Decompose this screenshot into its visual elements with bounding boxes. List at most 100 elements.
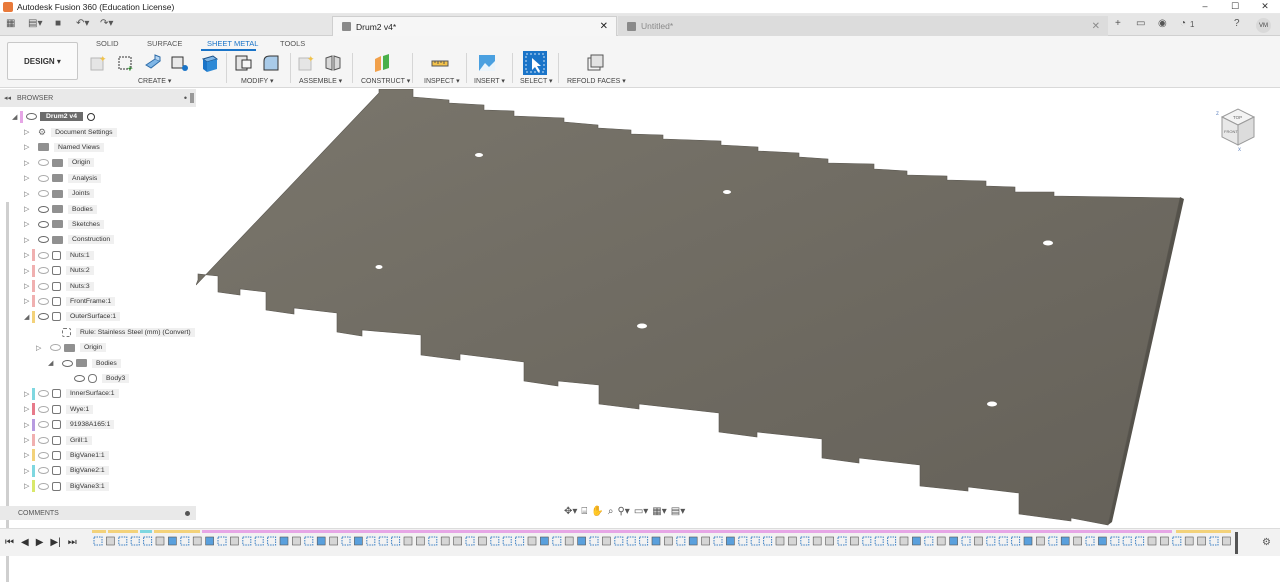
close-tab-icon[interactable]: ✕ (600, 21, 608, 32)
avatar[interactable]: VM (1256, 18, 1271, 33)
timeline-feature[interactable] (961, 536, 971, 546)
browser-options-icon[interactable]: • (184, 93, 187, 103)
browser-item-named-views[interactable]: ▷ Named Views (24, 141, 104, 154)
browser-item-nuts-2[interactable]: ▷ Nuts:2 (24, 264, 94, 277)
display-settings-icon[interactable]: ▭▾ (634, 506, 648, 517)
expand-icon[interactable]: ▷ (24, 282, 32, 290)
timeline-feature[interactable] (329, 536, 338, 546)
browser-item-wye-1[interactable]: ▷ Wye:1 (24, 403, 94, 416)
browser-item-construction[interactable]: ▷ Construction (24, 233, 115, 246)
expand-icon[interactable]: ▷ (24, 390, 32, 398)
expand-icon[interactable]: ▷ (24, 482, 32, 490)
timeline-feature[interactable] (267, 536, 277, 546)
go-to-start-icon[interactable]: ⏮ (5, 537, 14, 548)
sheet-metal-plate[interactable] (195, 88, 1181, 526)
timeline-feature[interactable] (416, 536, 425, 546)
timeline-features[interactable] (92, 534, 1242, 550)
timeline-feature[interactable] (106, 536, 115, 546)
comments-panel[interactable]: COMMENTS (0, 506, 196, 520)
timeline-feature[interactable] (378, 536, 388, 546)
visibility-eye-icon[interactable] (38, 421, 49, 429)
browser-item-rule-stainless-steel-mm-convert[interactable]: Rule: Stainless Steel (mm) (Convert) (48, 326, 195, 339)
timeline-feature[interactable] (490, 536, 500, 546)
expand-icon[interactable]: ▷ (24, 220, 32, 228)
expand-icon[interactable]: ▷ (24, 159, 32, 167)
step-back-icon[interactable]: ◀ (21, 537, 29, 548)
select-icon[interactable] (523, 51, 547, 75)
refold-faces-menu[interactable]: REFOLD FACES ▾ (567, 77, 626, 85)
timeline-feature[interactable] (118, 536, 128, 546)
timeline-feature[interactable] (1098, 536, 1107, 546)
timeline-feature[interactable] (1135, 536, 1145, 546)
browser-item-nuts-3[interactable]: ▷ Nuts:3 (24, 280, 94, 293)
visibility-eye-icon[interactable] (38, 159, 49, 167)
visibility-eye-icon[interactable] (38, 313, 49, 321)
timeline-feature[interactable] (1172, 536, 1182, 546)
visibility-eye-icon[interactable] (38, 236, 49, 244)
expand-icon[interactable]: ▷ (24, 421, 32, 429)
look-at-icon[interactable]: ⌸ (581, 506, 587, 517)
timeline-feature[interactable] (130, 536, 140, 546)
timeline-feature[interactable] (168, 536, 177, 546)
browser-item-analysis[interactable]: ▷ Analysis (24, 172, 102, 185)
activate-radio-icon[interactable] (86, 112, 95, 121)
timeline-feature[interactable] (614, 536, 624, 546)
maximize-button[interactable]: ☐ (1220, 1, 1250, 12)
timeline-feature[interactable] (465, 536, 475, 546)
timeline-feature[interactable] (292, 536, 301, 546)
canvas-viewport[interactable]: TOP FRONT z x (195, 88, 1280, 527)
browser-item-bodies[interactable]: ▷ Bodies (24, 203, 97, 216)
timeline-feature[interactable] (738, 536, 748, 546)
timeline-feature[interactable] (180, 536, 190, 546)
job-status-icon[interactable]: ▭ (1136, 18, 1145, 29)
view-cube[interactable]: TOP FRONT z x (1214, 103, 1258, 153)
create-menu[interactable]: CREATE ▾ (138, 77, 171, 85)
expand-icon[interactable]: ▷ (24, 251, 32, 259)
timeline-feature[interactable] (812, 536, 822, 546)
expand-icon[interactable]: ▷ (24, 451, 32, 459)
browser-item-outersurface-1[interactable]: ◢ OuterSurface:1 (24, 310, 121, 323)
offset-plane-icon[interactable] (372, 53, 392, 73)
timeline-feature[interactable] (713, 536, 723, 546)
expand-icon[interactable]: ◢ (24, 313, 32, 321)
timeline-feature[interactable] (589, 536, 599, 546)
timeline-feature[interactable] (912, 536, 921, 546)
fit-icon[interactable]: ⚲▾ (617, 506, 629, 517)
expand-icon[interactable]: ▷ (24, 174, 32, 182)
close-tab-icon[interactable]: ✕ (1092, 21, 1100, 32)
comments-add-icon[interactable] (185, 510, 190, 516)
timeline-feature[interactable] (887, 536, 897, 546)
timeline-feature[interactable] (651, 536, 661, 546)
browser-item-joints[interactable]: ▷ Joints (24, 187, 94, 200)
timeline-feature[interactable] (515, 536, 525, 546)
flange-icon[interactable] (143, 53, 163, 73)
expand-icon[interactable]: ▷ (24, 436, 32, 444)
inspect-menu[interactable]: INSPECT ▾ (424, 77, 460, 85)
timeline-feature[interactable] (1036, 536, 1045, 546)
timeline-feature[interactable] (440, 536, 450, 546)
press-pull-icon[interactable] (233, 53, 253, 73)
timeline-feature[interactable] (626, 536, 636, 546)
orbit-icon[interactable]: ✥▾ (564, 506, 577, 517)
browser-item-91938a165-1[interactable]: ▷ 91938A165:1 (24, 418, 115, 431)
timeline-feature[interactable] (1222, 536, 1231, 546)
timeline-feature[interactable] (676, 536, 686, 546)
tab-untitled[interactable]: Untitled* ✕ (618, 16, 1108, 36)
timeline-feature[interactable] (502, 536, 512, 546)
timeline-feature[interactable] (391, 536, 401, 546)
timeline-feature[interactable] (1048, 536, 1058, 546)
convert-to-sheet-metal-icon[interactable] (170, 53, 190, 73)
timeline-feature[interactable] (1023, 536, 1033, 546)
visibility-eye-icon[interactable] (38, 467, 49, 475)
browser-item-bigvane2-1[interactable]: ▷ BigVane2:1 (24, 464, 109, 477)
browser-item-body3[interactable]: Body3 (60, 372, 130, 385)
timeline-feature[interactable] (998, 536, 1008, 546)
browser-item-grill-1[interactable]: ▷ Grill:1 (24, 434, 92, 447)
expand-icon[interactable]: ▷ (24, 267, 32, 275)
timeline-feature[interactable] (217, 536, 227, 546)
timeline-feature[interactable] (1085, 536, 1095, 546)
visibility-eye-icon[interactable] (38, 390, 49, 398)
timeline-feature[interactable] (986, 536, 996, 546)
visibility-eye-icon[interactable] (38, 220, 49, 228)
timeline-feature[interactable] (763, 536, 773, 546)
